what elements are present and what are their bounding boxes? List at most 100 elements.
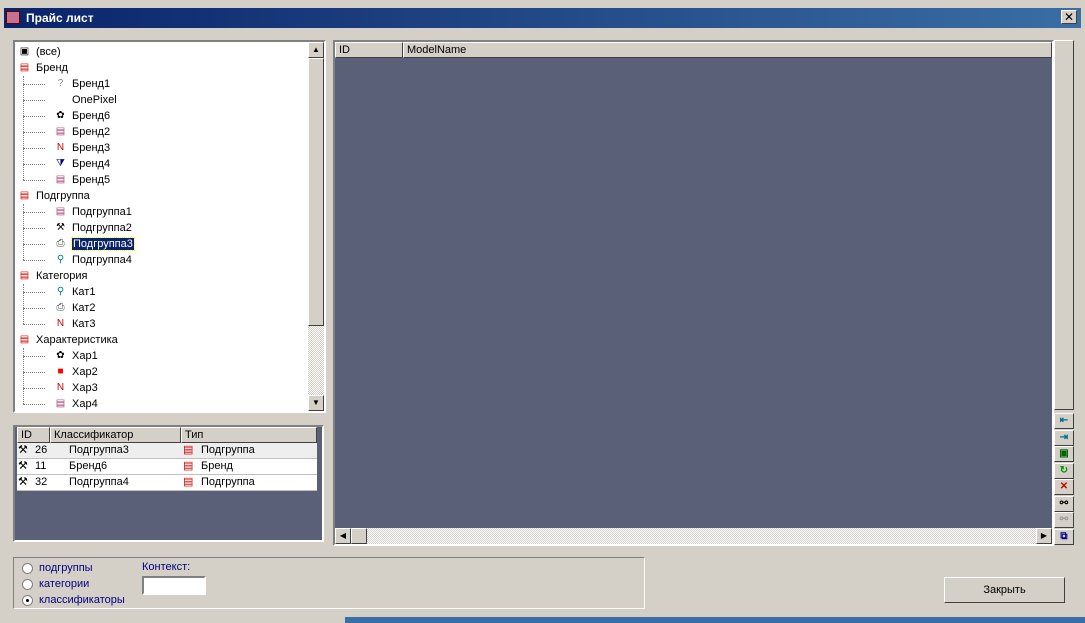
form-icon: ▤ — [55, 174, 66, 186]
model-grid[interactable]: ID ModelName ◀ ▶ — [333, 40, 1054, 546]
app-icon — [6, 11, 20, 24]
horizontal-scrollbar[interactable]: ◀ ▶ — [335, 528, 1052, 544]
tree-item-label: Бренд2 — [72, 126, 111, 138]
scroll-thumb[interactable] — [351, 528, 367, 544]
tree-line — [23, 404, 45, 405]
close-window-button[interactable]: ✕ — [1061, 10, 1077, 24]
radio-button[interactable] — [22, 562, 33, 574]
classifier-grid[interactable]: ID Классификатор Тип ⚒ 26 Подгруппа3 ▤ Подгр… — [13, 425, 324, 542]
form-icon: ▤ — [55, 126, 66, 138]
classifier-cell: Подгруппа3 — [69, 444, 129, 456]
tree-item[interactable]: ⚲ Подгруппа4 — [53, 252, 132, 268]
tree-item[interactable]: ■ Хар2 — [53, 364, 97, 380]
refresh-icon[interactable]: ↻ — [1054, 462, 1074, 479]
md-folder-icon: ▤ — [183, 476, 194, 488]
arrow-right-icon[interactable]: ⇥ — [1054, 429, 1074, 446]
tree-item[interactable]: ▤ Характеристика — [17, 332, 118, 348]
filter-group: подгруппы категории классификаторы Контекс… — [13, 557, 645, 609]
scroll-up-button[interactable]: ▲ — [308, 42, 324, 58]
tree-item-label: Бренд1 — [72, 78, 111, 90]
title-bar: Прайс лист — [4, 8, 1081, 28]
radio-button[interactable] — [22, 594, 33, 606]
table-row[interactable]: ⚒ 26 Подгруппа3 ▤ Подгруппа — [17, 443, 317, 459]
tree-line — [23, 308, 45, 309]
tools-icon: ⚒ — [18, 460, 28, 472]
form-icon: ▤ — [55, 398, 66, 410]
md-folder-icon: ▤ — [19, 62, 30, 74]
table-row[interactable]: ⚒ 32 Подгруппа4 ▤ Подгруппа — [17, 475, 317, 491]
md-folder-icon: ▤ — [183, 444, 194, 456]
tree-item[interactable]: ⚒ Подгруппа2 — [53, 220, 132, 236]
question-icon: ? — [57, 78, 64, 90]
arrow-left-icon[interactable]: ⇤ — [1054, 413, 1074, 429]
tree-item[interactable]: ▤ Хар4 — [53, 396, 98, 411]
table-row[interactable]: ⚒ 11 Бренд6 ▤ Бренд — [17, 459, 317, 475]
tree-item[interactable]: ⧩ Бренд4 — [53, 156, 110, 172]
tree-item[interactable]: ▤ Категория — [17, 268, 88, 284]
col-type[interactable]: Тип — [181, 427, 317, 443]
save-icon[interactable]: ▣ — [1054, 446, 1074, 462]
col-classifier[interactable]: Классификатор — [50, 427, 181, 443]
tree-item[interactable]: ✿ Бренд6 — [53, 108, 110, 124]
tree-scrollbar[interactable]: ▲ ▼ — [308, 42, 324, 411]
radio-option[interactable]: классификаторы — [22, 593, 125, 608]
tree-item[interactable]: ✿ Хар1 — [53, 348, 97, 364]
tree-item-label: Хар3 — [72, 382, 98, 394]
tree-item[interactable]: ▤ Бренд — [17, 60, 68, 76]
tree-line — [23, 284, 24, 324]
find-next-icon[interactable]: ⚯ — [1054, 512, 1074, 528]
scroll-left-button[interactable]: ◀ — [335, 528, 351, 544]
tree-item[interactable]: N Бренд3 — [53, 140, 110, 156]
tree-item[interactable]: ▤ Бренд5 — [53, 172, 110, 188]
tool-icon: ⚲ — [56, 254, 65, 266]
tree-line — [23, 148, 45, 149]
context-label: Контекст: — [142, 561, 191, 573]
id-cell: 11 — [35, 460, 47, 472]
md-folder-icon: ▤ — [19, 334, 30, 346]
all-icon: ▣ — [19, 46, 30, 58]
tree-item[interactable]: ? Бренд1 — [53, 76, 110, 92]
tree-item[interactable]: ▤ Подгруппа1 — [53, 204, 132, 220]
tree-item-label: Подгруппа3 — [71, 237, 135, 251]
scroll-right-button[interactable]: ▶ — [1036, 528, 1052, 544]
scroll-thumb[interactable] — [308, 58, 324, 326]
tree-item-label: Категория — [36, 270, 88, 282]
md-folder-icon: ▤ — [19, 270, 30, 282]
tree-item[interactable]: ▤ Бренд2 — [53, 124, 110, 140]
tree-item[interactable]: ⚲ Кат1 — [53, 284, 96, 300]
tree-item[interactable]: N Хар3 — [53, 380, 98, 396]
col-id[interactable]: ID — [17, 427, 50, 443]
tree-item[interactable]: OnePixel — [53, 92, 117, 108]
col-id[interactable]: ID — [335, 42, 403, 58]
tools-icon: ⚒ — [18, 444, 28, 456]
tree-line — [23, 388, 45, 389]
scroll-down-button[interactable]: ▼ — [308, 395, 324, 411]
delete-icon[interactable]: ✕ — [1054, 479, 1074, 495]
tree-item[interactable]: ⎙ Кат2 — [53, 300, 96, 316]
radio-option[interactable]: категории — [22, 577, 89, 592]
copy-icon[interactable]: ⧉ — [1054, 528, 1074, 545]
tree-line — [23, 204, 24, 260]
tree-item-label: Бренд6 — [72, 110, 111, 122]
flower-icon: ✿ — [56, 110, 65, 122]
tree-item[interactable]: ▣ (все) — [17, 44, 61, 60]
printer-icon: ⎙ — [56, 238, 65, 250]
vertical-scroll-area[interactable] — [1054, 40, 1074, 410]
context-input[interactable] — [142, 576, 206, 595]
close-button[interactable]: Закрыть — [944, 577, 1065, 603]
taskbar-strip — [345, 617, 1085, 623]
tool-icon: ⚲ — [56, 286, 65, 298]
tree-line — [23, 348, 24, 404]
tree-item[interactable]: ▤ Подгруппа — [17, 188, 90, 204]
new-badge-icon: N — [56, 142, 65, 154]
tree-item[interactable]: ⎙ Подгруппа3 — [53, 236, 135, 252]
tree-item[interactable]: N Кат3 — [53, 316, 96, 332]
tree-item-label: Кат3 — [72, 318, 96, 330]
find-icon[interactable]: ⚯ — [1054, 495, 1074, 512]
filter-tree[interactable]: ▲ ▼ ▣ (все) ▤ Бренд? Бренд1 OnePixel ✿ Бренд6 ▤ Б… — [13, 40, 326, 413]
tree-item-label: OnePixel — [72, 94, 117, 106]
tree-line — [23, 260, 45, 261]
radio-option[interactable]: подгруппы — [22, 561, 93, 576]
col-modelname[interactable]: ModelName — [403, 42, 1052, 58]
radio-button[interactable] — [22, 578, 33, 590]
